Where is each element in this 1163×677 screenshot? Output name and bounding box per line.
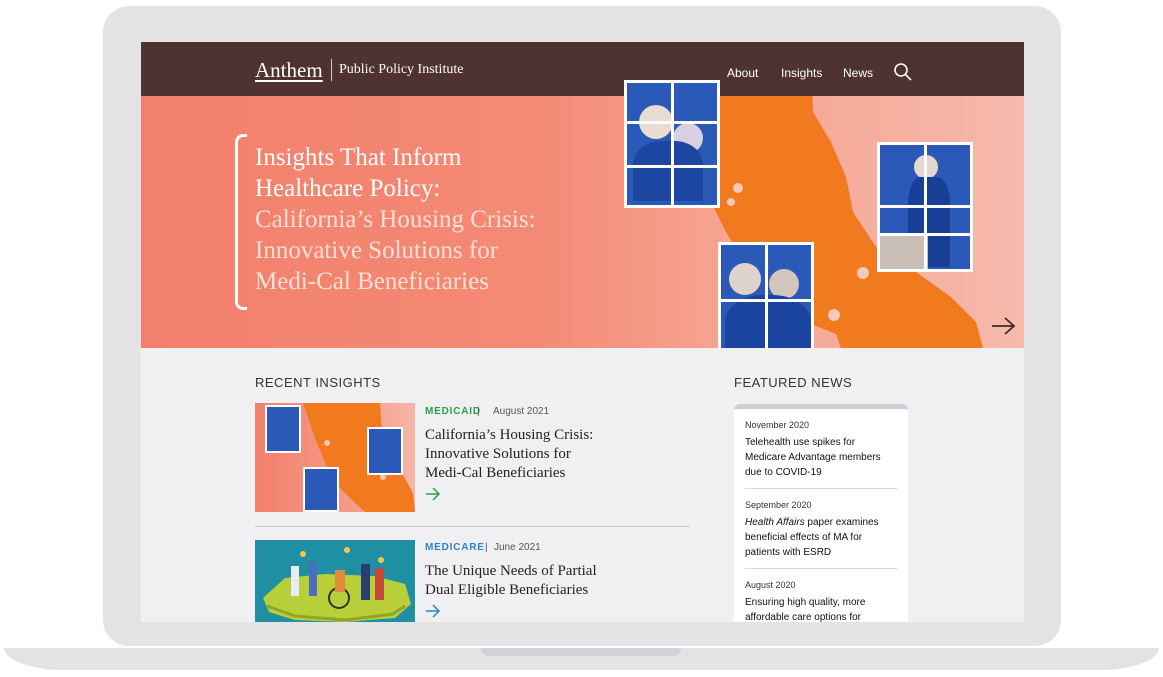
search-icon[interactable]: [893, 62, 913, 82]
photo-figure: [725, 295, 811, 348]
news-date: November 2020: [745, 420, 810, 430]
news-title-line: Ensuring high quality, more: [745, 597, 866, 608]
anthem-logo[interactable]: Anthem: [255, 58, 323, 83]
card-date-separator: |: [485, 542, 488, 553]
news-item[interactable]: August 2020 Ensuring high quality, more …: [745, 579, 899, 622]
window-frame: [880, 233, 970, 236]
window-frame: [627, 121, 717, 124]
card-title-line: The Unique Needs of Partial: [425, 563, 597, 579]
news-divider: [745, 568, 897, 569]
hero-title: Insights That Inform Healthcare Policy: …: [255, 142, 595, 297]
arrow-right-icon[interactable]: [991, 316, 1017, 336]
card-title-line: Innovative Solutions for: [425, 446, 571, 462]
top-navigation: Anthem Public Policy Institute About Ins…: [141, 42, 1024, 96]
logo-subtitle: Public Policy Institute: [339, 62, 464, 77]
publication-name: Health Affairs: [745, 517, 805, 528]
thumb-photo: [265, 405, 301, 453]
card-title-dual-eligible[interactable]: The Unique Needs of Partial Dual Eligibl…: [425, 562, 625, 600]
news-title-line: patients with ESRD: [745, 547, 832, 558]
nav-about[interactable]: About: [727, 66, 758, 80]
hero-photo-man: [877, 142, 973, 272]
window-frame: [924, 145, 927, 269]
laptop-notch: [481, 648, 681, 656]
card-title-housing[interactable]: California’s Housing Crisis: Innovative …: [425, 426, 625, 483]
hero-banner: Anthem Public Policy Institute About Ins…: [141, 42, 1024, 348]
card-date: June 2021: [494, 542, 541, 553]
window-frame: [627, 165, 717, 168]
news-title[interactable]: Ensuring high quality, more affordable c…: [745, 595, 899, 622]
card-date: August 2021: [493, 406, 550, 417]
card-date-separator: |: [477, 406, 480, 417]
arrow-right-icon[interactable]: [425, 604, 441, 618]
card-divider: [255, 526, 690, 527]
news-title[interactable]: Health Affairs paper examines beneficial…: [745, 515, 899, 560]
news-title-line: beneficial effects of MA for: [745, 532, 863, 543]
news-item[interactable]: September 2020 Health Affairs paper exam…: [745, 499, 899, 560]
recent-insights-heading: RECENT INSIGHTS: [255, 375, 381, 390]
hero-photo-family: [624, 80, 720, 208]
featured-news-panel: November 2020 Telehealth use spikes for …: [734, 404, 908, 622]
tag-medicare[interactable]: MEDICARE: [425, 542, 485, 553]
news-item[interactable]: November 2020 Telehealth use spikes for …: [745, 419, 899, 480]
hero-title-bracket: [235, 134, 247, 310]
news-title-line: affordable care options for: [745, 612, 862, 622]
news-date: August 2020: [745, 580, 796, 590]
hero-photo-women: [718, 242, 814, 348]
nav-news[interactable]: News: [843, 66, 873, 80]
window-frame: [765, 245, 768, 348]
website-screen: Anthem Public Policy Institute About Ins…: [141, 42, 1024, 622]
news-title-line: Health Affairs paper examines: [745, 515, 899, 530]
news-title-line: Telehealth use spikes for: [745, 437, 856, 448]
photo-figure: [729, 263, 761, 295]
us-map-illustration: [263, 547, 411, 622]
news-divider: [745, 488, 897, 489]
photo-figure: [880, 235, 928, 269]
card-thumbnail-dual-eligible[interactable]: [255, 540, 415, 622]
thumb-photo: [303, 467, 339, 512]
card-thumbnail-housing[interactable]: [255, 403, 415, 512]
hero-subtitle-line: Medi-Cal Beneficiaries: [255, 268, 489, 295]
news-title[interactable]: Telehealth use spikes for Medicare Advan…: [745, 435, 899, 480]
window-frame: [880, 205, 970, 208]
hero-title-line: Healthcare Policy:: [255, 175, 441, 202]
arrow-right-icon[interactable]: [425, 487, 441, 501]
news-title-text: paper examines: [804, 517, 879, 528]
hero-subtitle-line: Innovative Solutions for: [255, 237, 499, 264]
logo-divider: [331, 59, 332, 81]
featured-news-heading: FEATURED NEWS: [734, 375, 853, 390]
tag-medicaid[interactable]: MEDICAID: [425, 406, 481, 417]
news-date: September 2020: [745, 500, 812, 510]
card-title-line: California’s Housing Crisis:: [425, 427, 594, 443]
nav-insights[interactable]: Insights: [781, 66, 822, 80]
window-frame: [671, 83, 674, 205]
card-title-line: Dual Eligible Beneficiaries: [425, 582, 589, 598]
news-title-line: Medicare Advantage members: [745, 452, 881, 463]
news-title-line: due to COVID-19: [745, 467, 822, 478]
window-frame: [721, 299, 811, 302]
hero-subtitle-line: California’s Housing Crisis:: [255, 206, 536, 233]
hero-title-line: Insights That Inform: [255, 144, 462, 171]
card-title-line: Medi-Cal Beneficiaries: [425, 465, 566, 481]
thumb-photo: [367, 427, 403, 475]
photo-figure: [633, 141, 703, 201]
